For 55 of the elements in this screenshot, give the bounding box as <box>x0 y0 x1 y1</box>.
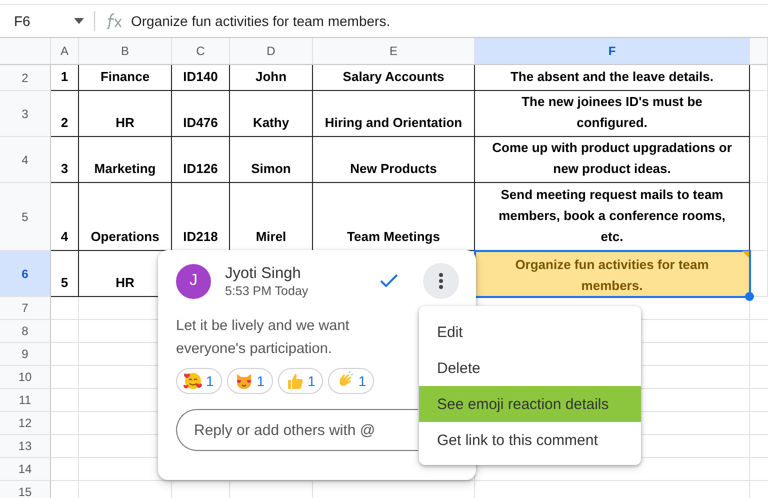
table-cell: Salary Accounts <box>313 65 475 91</box>
menu-item[interactable]: See emoji reaction details <box>419 386 641 422</box>
table-cell: 1 <box>51 65 79 91</box>
table-cell: 3 <box>51 137 79 183</box>
author-name: Jyoti Singh <box>225 264 302 282</box>
row-header[interactable]: 8 <box>0 320 51 343</box>
column-header[interactable]: F <box>475 38 750 65</box>
row-header[interactable]: 10 <box>0 366 51 389</box>
row-header[interactable]: 6 <box>0 251 51 297</box>
table-cell: HR <box>79 91 172 137</box>
table-cell: Operations <box>79 183 172 251</box>
reaction-chip[interactable]: 1 <box>328 368 374 394</box>
row-header[interactable]: 5 <box>0 183 51 251</box>
column-header[interactable]: D <box>230 38 313 65</box>
column-header[interactable]: E <box>313 38 475 65</box>
row-header[interactable]: 13 <box>0 435 51 458</box>
reaction-chip[interactable]: 1 <box>226 368 273 394</box>
reaction-chip[interactable]: 1 <box>176 368 222 394</box>
table-cell: ID140 <box>172 65 230 91</box>
formula-field[interactable]: Organize fun activities for team members. <box>131 13 390 29</box>
column-header[interactable]: C <box>172 38 230 65</box>
table-cell: The new joinees ID's must be configured. <box>475 91 750 137</box>
table-cell: Finance <box>79 65 172 91</box>
table-cell: Simon <box>230 137 313 183</box>
column-header[interactable]: A <box>51 38 79 65</box>
row-header[interactable]: 14 <box>0 458 51 481</box>
table-cell: Come up with product upgradations or new product ideas. <box>475 137 750 183</box>
reaction-chip[interactable]: 1 <box>278 368 324 394</box>
table-cell: The absent and the leave details. <box>475 65 750 91</box>
row-header[interactable]: 3 <box>0 91 51 137</box>
menu-item[interactable]: Get link to this comment <box>419 422 641 458</box>
table-cell: Hiring and Orientation <box>313 91 475 137</box>
row-header[interactable]: 15 <box>0 481 51 498</box>
row-header[interactable]: 9 <box>0 343 51 366</box>
table-cell: 2 <box>51 91 79 137</box>
row-header[interactable]: 4 <box>0 137 51 183</box>
table-cell: Marketing <box>79 137 172 183</box>
table-cell: Kathy <box>230 91 313 137</box>
column-header[interactable]: B <box>79 38 172 65</box>
reply-field[interactable]: Reply or add others with @ <box>176 409 418 451</box>
avatar: J <box>176 264 211 298</box>
row-header[interactable]: 12 <box>0 412 51 435</box>
comment-text: Let it be lively and we want everyone's participation. <box>176 317 350 359</box>
table-cell: John <box>230 65 313 91</box>
table-cell: New Products <box>313 137 475 183</box>
row-header[interactable]: 7 <box>0 297 51 320</box>
menu-item[interactable]: Edit <box>419 314 641 350</box>
menu-item[interactable]: Delete <box>419 350 641 386</box>
row-header[interactable]: 11 <box>0 389 51 412</box>
row-header[interactable]: 2 <box>0 65 51 91</box>
table-cell: ID476 <box>172 91 230 137</box>
comment-time: 5:53 PM Today <box>225 284 310 298</box>
table-cell: ID126 <box>172 137 230 183</box>
name-box[interactable]: F6 <box>0 5 92 37</box>
table-cell: 4 <box>51 183 79 251</box>
